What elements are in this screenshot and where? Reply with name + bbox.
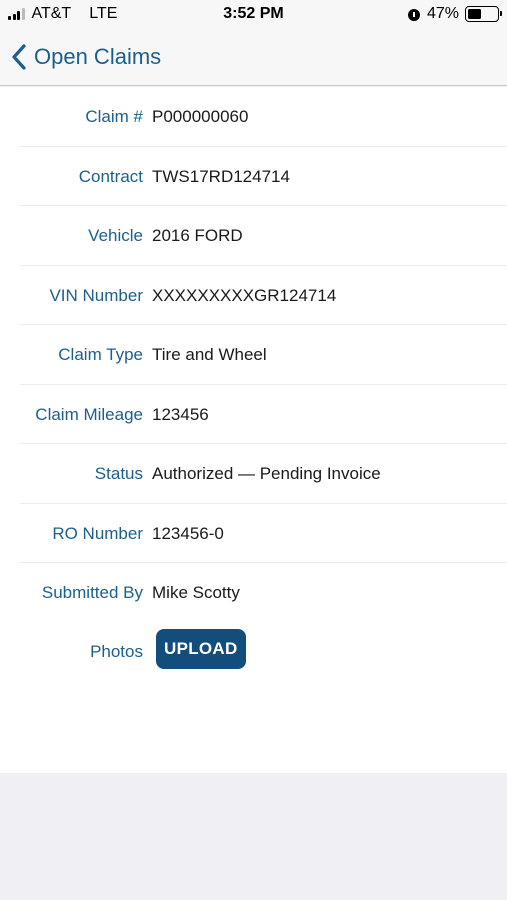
detail-value: XXXXXXXXXGR124714 [152,285,337,305]
claim-details: Claim # P000000060 Contract TWS17RD124714 Ve… [0,87,507,773]
detail-label: Status [94,464,143,483]
battery-percent: 47% [426,5,459,22]
detail-label: Claim # [85,107,143,126]
detail-label: Submitted By [41,583,143,602]
detail-row: VIN Number XXXXXXXXXGR124714 [20,266,507,325]
upload-button[interactable]: UPLOAD [156,628,246,669]
detail-value: Authorized — Pending Invoice [152,464,381,483]
detail-label: VIN Number [49,285,143,305]
detail-value: 2016 FORD [152,226,243,245]
back-label: Open Claims [34,44,162,69]
chevron-left-icon [12,44,26,70]
detail-value: 123456-0 [152,523,224,543]
detail-value: Tire and Wheel [152,345,267,364]
detail-row: Status Authorized — Pending Invoice [20,444,507,504]
status-right: 47% [407,5,502,23]
detail-row: Claim Mileage 123456 [20,385,507,444]
detail-row: Vehicle 2016 FORD [20,206,507,266]
detail-row: Submitted By Mike Scotty [20,563,507,623]
detail-row: Contract TWS17RD124714 [20,147,507,206]
detail-value: P000000060 [152,107,249,126]
detail-value: Mike Scotty [152,583,240,602]
battery-icon [465,6,502,22]
detail-row: Claim Type Tire and Wheel [20,325,507,385]
detail-label: Vehicle [88,226,143,245]
photos-row: Photos UPLOAD [20,623,507,683]
detail-label: Claim Type [58,345,143,364]
photos-label: Photos [90,641,143,661]
alarm-icon [407,7,421,21]
detail-label: Contract [78,166,143,186]
back-button[interactable]: Open Claims [10,40,161,74]
detail-value: 123456 [152,404,209,424]
status-bar: AT&T LTE 3:52 PM 47% [0,0,507,30]
detail-value: TWS17RD124714 [152,166,290,186]
detail-label: RO Number [52,523,143,543]
detail-row: Claim # P000000060 [20,87,507,147]
detail-row: RO Number 123456-0 [20,504,507,563]
navigation-bar: Open Claims [0,30,507,86]
detail-label: Claim Mileage [35,404,143,424]
